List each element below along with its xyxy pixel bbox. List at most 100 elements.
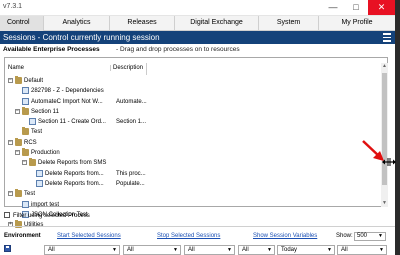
collapse-icon[interactable]: − bbox=[15, 108, 20, 114]
folder-icon bbox=[15, 220, 22, 229]
tree-item-label: Test bbox=[31, 129, 43, 136]
folder-icon bbox=[15, 189, 22, 198]
tree-folder-delete-reports[interactable]: − Delete Reports from SMS bbox=[5, 158, 381, 168]
page-title-bar: Sessions - Control currently running ses… bbox=[0, 31, 395, 44]
tab-digital-exchange[interactable]: Digital Exchange bbox=[175, 16, 259, 31]
filter-value: All bbox=[341, 247, 348, 253]
filter-value: All bbox=[127, 247, 134, 253]
page-title: Sessions - Control currently running ses… bbox=[3, 33, 160, 42]
tree-item-description: Automate... bbox=[116, 98, 147, 105]
folder-icon bbox=[22, 106, 29, 115]
tree-item-label: Section 11 - Create Ord... bbox=[38, 119, 106, 126]
process-icon bbox=[36, 179, 43, 187]
scroll-down-icon[interactable]: ▼ bbox=[381, 200, 388, 207]
tree-folder-test[interactable]: Test bbox=[5, 127, 381, 137]
tree-item-label: Delete Reports from... bbox=[45, 170, 104, 177]
collapse-icon[interactable]: − bbox=[22, 160, 27, 166]
show-count-select[interactable]: 500 ▼ bbox=[354, 232, 386, 241]
chevron-down-icon: ▼ bbox=[378, 233, 383, 239]
filter-select-user[interactable]: All ▼ bbox=[238, 245, 275, 255]
scroll-thumb[interactable] bbox=[382, 73, 387, 185]
start-sessions-link[interactable]: Start Selected Sessions bbox=[57, 231, 121, 242]
tab-analytics[interactable]: Analytics bbox=[44, 16, 110, 31]
process-tree-panel: Name Description − Default 282798 - Z - … bbox=[4, 57, 388, 229]
tree-item-description: Populate... bbox=[116, 180, 145, 187]
tree-scrollbar[interactable]: ▲ ▼ bbox=[381, 63, 388, 207]
tree-folder-test[interactable]: − Test bbox=[5, 189, 381, 199]
tree-item-label: Delete Reports from... bbox=[45, 180, 104, 187]
folder-icon bbox=[22, 127, 29, 136]
tree-item-label: Production bbox=[31, 150, 60, 157]
tree-folder-production[interactable]: − Production bbox=[5, 148, 381, 158]
chevron-down-icon: ▼ bbox=[227, 247, 232, 253]
version-label: v7.3.1 bbox=[3, 3, 23, 10]
tree-folder-default[interactable]: − Default bbox=[5, 76, 381, 86]
column-name[interactable]: Name bbox=[8, 65, 24, 71]
app-window: v7.3.1 — □ ✕ Control Analytics Releases … bbox=[0, 0, 395, 255]
tab-releases[interactable]: Releases bbox=[110, 16, 175, 31]
filter-value: All bbox=[242, 247, 249, 253]
tree-item-description: Section 1... bbox=[116, 119, 147, 126]
filter-value: All bbox=[188, 247, 195, 253]
tree-item-process[interactable]: import test bbox=[5, 200, 381, 210]
close-button[interactable]: ✕ bbox=[368, 0, 395, 15]
splitter[interactable] bbox=[0, 226, 395, 227]
chevron-down-icon: ▼ bbox=[112, 247, 117, 253]
maximize-button[interactable]: □ bbox=[345, 0, 367, 15]
process-icon bbox=[36, 169, 43, 177]
show-session-variables-link[interactable]: Show Session Variables bbox=[253, 231, 317, 242]
processes-heading: Available Enterprise Processes bbox=[3, 46, 100, 53]
sessions-toolbar: Environment Start Selected Sessions Stop… bbox=[0, 231, 395, 242]
filter-select-end[interactable]: All ▼ bbox=[337, 245, 387, 255]
save-icon[interactable] bbox=[4, 245, 11, 252]
scroll-up-icon[interactable]: ▲ bbox=[381, 63, 388, 70]
tree-column-header: Name Description bbox=[5, 63, 381, 75]
menu-icon[interactable] bbox=[383, 33, 391, 42]
process-icon bbox=[22, 87, 29, 95]
environment-heading: Environment bbox=[4, 233, 41, 239]
minimize-button[interactable]: — bbox=[322, 0, 344, 15]
tree-item-label: Delete Reports from SMS bbox=[38, 160, 107, 167]
collapse-icon[interactable]: − bbox=[8, 139, 13, 145]
chevron-down-icon: ▼ bbox=[379, 247, 384, 253]
tree-folder-section-11[interactable]: − Section 11 bbox=[5, 106, 381, 117]
tree-item-label: Test bbox=[24, 191, 36, 198]
tree-item-label: RCS bbox=[24, 139, 37, 146]
filter-checkbox[interactable] bbox=[4, 212, 10, 219]
chevron-down-icon: ▼ bbox=[173, 247, 178, 253]
column-description[interactable]: Description bbox=[110, 65, 143, 71]
folder-icon bbox=[15, 137, 22, 146]
collapse-icon[interactable]: − bbox=[8, 78, 13, 83]
main-tabs: Control Analytics Releases Digital Excha… bbox=[0, 16, 395, 31]
tree-item-process[interactable]: Delete Reports from... This proc... bbox=[5, 169, 381, 179]
folder-icon bbox=[29, 158, 36, 167]
collapse-icon[interactable]: − bbox=[15, 150, 20, 156]
filter-select-start[interactable]: Today ▼ bbox=[277, 245, 335, 255]
stop-sessions-link[interactable]: Stop Selected Sessions bbox=[157, 231, 220, 242]
process-icon bbox=[22, 97, 29, 105]
tree-item-process[interactable]: 282798 - Z - Dependencies bbox=[5, 86, 381, 96]
collapse-icon[interactable]: − bbox=[8, 191, 13, 197]
processes-subheader: Available Enterprise Processes - Drag an… bbox=[0, 44, 395, 56]
tree-item-process[interactable]: AutomateC Import Not W... Automate... bbox=[5, 97, 381, 107]
tab-system[interactable]: System bbox=[259, 16, 319, 31]
process-tree: − Default 282798 - Z - Dependencies Auto… bbox=[5, 76, 381, 230]
title-bar: v7.3.1 — □ ✕ bbox=[0, 0, 395, 16]
tree-item-process[interactable]: Delete Reports from... Populate... bbox=[5, 179, 381, 189]
tab-my-profile[interactable]: My Profile bbox=[319, 16, 395, 31]
filter-by-process[interactable]: Filter using selected Process bbox=[4, 211, 90, 221]
filter-value: All bbox=[48, 247, 55, 253]
tab-control[interactable]: Control bbox=[0, 16, 44, 31]
tree-item-label: Section 11 bbox=[31, 108, 59, 115]
process-icon bbox=[22, 200, 29, 208]
filter-select-process[interactable]: All ▼ bbox=[123, 245, 181, 255]
chevron-down-icon: ▼ bbox=[327, 247, 332, 253]
filter-select-resource[interactable]: All ▼ bbox=[44, 245, 120, 255]
filter-select-status[interactable]: All ▼ bbox=[184, 245, 235, 255]
folder-icon bbox=[22, 148, 29, 157]
chevron-down-icon: ▼ bbox=[267, 247, 272, 253]
tree-item-process[interactable]: Section 11 - Create Ord... Section 1... bbox=[5, 117, 381, 127]
folder-icon bbox=[15, 76, 22, 84]
filter-label: Filter using selected Process bbox=[13, 213, 90, 219]
tree-folder-rcs[interactable]: − RCS bbox=[5, 137, 381, 148]
